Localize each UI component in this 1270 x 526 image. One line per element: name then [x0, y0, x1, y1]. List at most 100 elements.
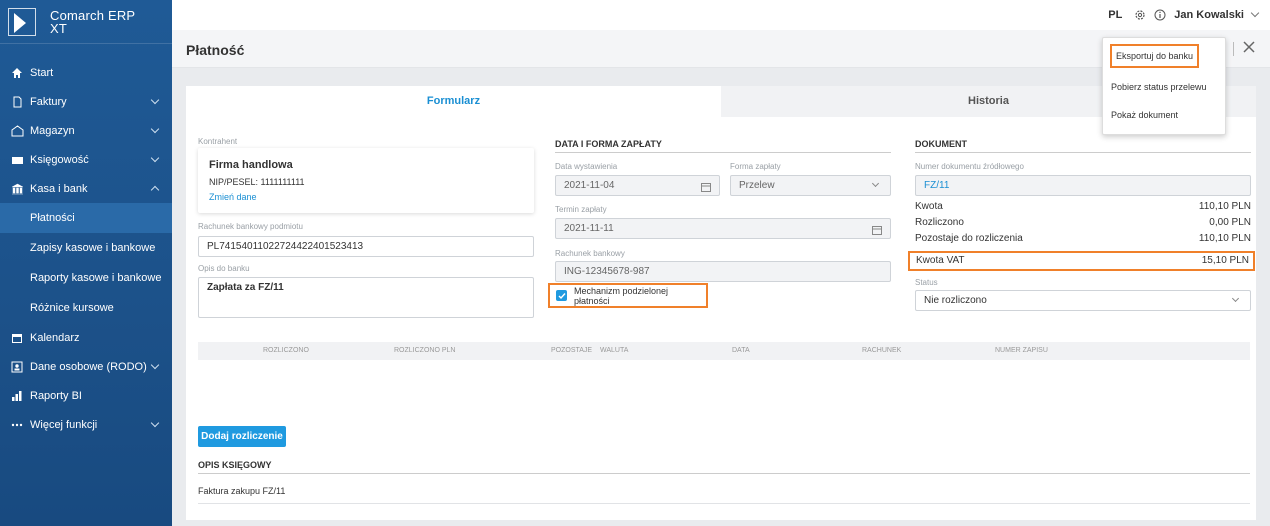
chevron-down-icon [871, 179, 880, 188]
column-header[interactable]: DATA [732, 347, 750, 354]
account-input[interactable]: PL74154011022724422401523413 [198, 236, 534, 257]
column-header[interactable]: RACHUNEK [862, 347, 901, 354]
document-section-title: DOKUMENT [915, 139, 1251, 153]
contractor-nip: NIP/PESEL: 1111111111 [209, 177, 305, 187]
source-doc-label: Numer dokumentu źródłowego [915, 162, 1024, 171]
settings-icon[interactable] [1134, 9, 1146, 21]
logo-line1: Comarch ERP [50, 7, 136, 23]
nav-item-raporty-bi[interactable]: Raporty BI [0, 381, 172, 410]
column-header[interactable]: ROZLICZONO PLN [394, 347, 455, 354]
sidebar-item-zapisy[interactable]: Zapisy kasowe i bankowe [0, 233, 172, 263]
due-date-input[interactable]: 2021-11-11 [555, 218, 891, 239]
remaining-key: Pozostaje do rozliczenia [915, 233, 1023, 244]
contractor-card: Firma handlowa NIP/PESEL: 1111111111 Zmi… [198, 148, 534, 213]
logo-icon [8, 7, 36, 36]
chevron-down-icon [1231, 294, 1240, 303]
payment-form: Formularz Historia Kontrahent Firma hand… [186, 86, 1256, 520]
nav-item-kalendarz[interactable]: Kalendarz [0, 323, 172, 352]
issue-date-value: 2021-11-04 [564, 180, 615, 191]
divider [1233, 42, 1234, 56]
payment-section-title: DATA I FORMA ZAPŁATY [555, 139, 891, 153]
settlements-grid-header: ROZLICZONO ROZLICZONO PLN POZOSTAJE WALU… [198, 342, 1250, 360]
user-name[interactable]: Jan Kowalski [1174, 9, 1244, 21]
contractor-label: Kontrahent [198, 137, 238, 146]
more-icon [10, 418, 24, 432]
tab-formularz[interactable]: Formularz [186, 86, 721, 117]
logo-line2: XT [50, 20, 68, 36]
nav-label: Magazyn [30, 124, 75, 137]
accounting-description[interactable]: Faktura zakupu FZ/11 [198, 486, 1250, 504]
bank-account-label: Rachunek bankowy [555, 249, 625, 258]
accounting-icon [10, 153, 24, 167]
add-settlement-button[interactable]: Dodaj rozliczenie [198, 426, 286, 447]
column-header[interactable]: ROZLICZONO [263, 347, 309, 354]
language-selector[interactable]: PL [1108, 9, 1122, 21]
menu-item-transfer-status[interactable]: Pobierz status przelewu [1111, 82, 1207, 92]
menu-item-show-document[interactable]: Pokaż dokument [1111, 110, 1178, 120]
calendar-icon[interactable] [701, 180, 711, 199]
home-icon [10, 66, 24, 80]
nav-item-start[interactable]: Start [0, 58, 172, 87]
calendar-icon [10, 331, 24, 345]
nav-label: Kalendarz [30, 331, 80, 344]
sidebar: Comarch ERP XT Start Faktury Magazyn Ksi… [0, 0, 172, 526]
change-data-link[interactable]: Zmień dane [209, 192, 257, 202]
close-icon[interactable] [1242, 40, 1256, 54]
logo-text: Comarch ERP XT [50, 9, 135, 35]
menu-item-export-to-bank[interactable]: Eksportuj do banku [1110, 44, 1199, 68]
nav-label: Księgowość [30, 153, 89, 166]
status-value: Nie rozliczono [924, 295, 987, 306]
nav-item-faktury[interactable]: Faktury [0, 87, 172, 116]
settled-key: Rozliczono [915, 217, 964, 228]
nav-item-magazyn[interactable]: Magazyn [0, 116, 172, 145]
contractor-name: Firma handlowa [209, 159, 293, 171]
source-doc-link[interactable]: FZ/11 [915, 175, 1251, 196]
issue-date-input[interactable]: 2021-11-04 [555, 175, 720, 196]
column-header[interactable]: NUMER ZAPISU [995, 347, 1048, 354]
bank-account-input[interactable]: ING-12345678-987 [555, 261, 891, 282]
split-payment-label: Mechanizm podzielonej płatności [574, 285, 669, 306]
payment-form-label: Forma zapłaty [730, 162, 781, 171]
vat-row: Kwota VAT 15,10 PLN [908, 251, 1255, 271]
status-select[interactable]: Nie rozliczono [915, 290, 1251, 311]
payment-form-value: Przelew [739, 180, 775, 191]
tabs: Formularz Historia [186, 86, 1256, 117]
nav-item-rodo[interactable]: Dane osobowe (RODO) [0, 352, 172, 381]
due-date-value: 2021-11-11 [564, 223, 614, 234]
due-date-label: Termin zapłaty [555, 205, 607, 214]
nav-label: Faktury [30, 95, 67, 108]
nav-item-wiecej[interactable]: Więcej funkcji [0, 410, 172, 439]
info-icon[interactable] [1154, 9, 1166, 21]
bank-desc-input[interactable]: Zapłata za FZ/11 [198, 277, 534, 318]
payment-form-select[interactable]: Przelew [730, 175, 891, 196]
bank-desc-label: Opis do banku [198, 264, 250, 273]
accounting-section-title: OPIS KSIĘGOWY [198, 460, 1250, 474]
column-header[interactable]: POZOSTAJE [551, 347, 592, 354]
actions-menu: Eksportuj do banku Pobierz status przele… [1102, 37, 1226, 135]
sidebar-item-raporty-kasowe[interactable]: Raporty kasowe i bankowe [0, 263, 172, 293]
nav-label: Start [30, 66, 54, 79]
chevron-down-icon[interactable] [1250, 8, 1260, 18]
chevron-down-icon [150, 95, 160, 105]
nav-label: Kasa i bank [30, 182, 88, 195]
remaining-row: Pozostaje do rozliczenia 110,10 PLN [915, 231, 1251, 247]
chevron-down-icon [150, 360, 160, 370]
page-title: Płatność [186, 42, 245, 58]
column-header[interactable]: WALUTA [600, 347, 628, 354]
sidebar-item-platnosci[interactable]: Płatności [0, 203, 172, 233]
bank-desc-text: Zapłata za FZ/11 [207, 282, 284, 293]
settled-value: 0,00 PLN [1209, 217, 1251, 228]
nav-item-kasa-i-bank[interactable]: Kasa i bank [0, 174, 172, 203]
split-payment-checkbox[interactable]: Mechanizm podzielonej płatności [548, 283, 708, 308]
warehouse-icon [10, 124, 24, 138]
checkmark-icon [556, 290, 567, 301]
sidebar-item-roznice[interactable]: Różnice kursowe [0, 293, 172, 323]
calendar-icon[interactable] [872, 223, 882, 242]
settled-row: Rozliczono 0,00 PLN [915, 215, 1251, 231]
main-nav: Start Faktury Magazyn Księgowość Kasa i … [0, 58, 172, 439]
chevron-up-icon [150, 185, 160, 195]
chevron-down-icon [150, 418, 160, 428]
app-logo[interactable]: Comarch ERP XT [0, 0, 172, 44]
account-label: Rachunek bankowy podmiotu [198, 222, 303, 231]
nav-item-ksiegowosc[interactable]: Księgowość [0, 145, 172, 174]
